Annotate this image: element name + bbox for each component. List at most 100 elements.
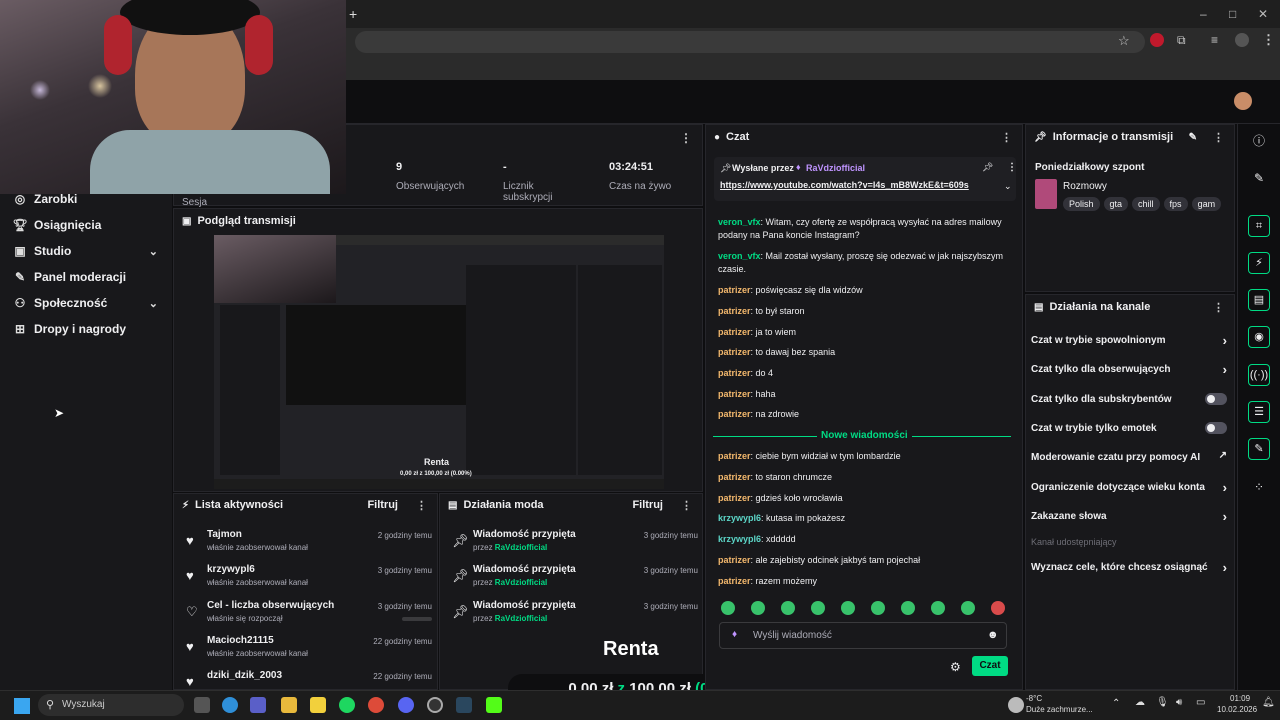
- notifications-bell-icon[interactable]: 🔔︎: [1262, 697, 1275, 708]
- emote-icon[interactable]: [841, 601, 855, 615]
- chat-message[interactable]: patrizer: to staron chrumcze: [718, 471, 1008, 484]
- tag[interactable]: Polish: [1063, 197, 1100, 211]
- mod-action-row[interactable]: 📌︎ Wiadomość przypięta przez RaVdziofficia…: [452, 564, 698, 598]
- chat-message[interactable]: patrizer: ja to wiem: [718, 326, 1008, 339]
- emote-icon[interactable]: [961, 601, 975, 615]
- chat-username[interactable]: patrizer: [718, 576, 751, 586]
- sidebar-item-moderation[interactable]: ✎ Panel moderacji: [0, 264, 172, 290]
- lightning-icon[interactable]: ⚡︎: [1248, 252, 1270, 274]
- chat-username[interactable]: patrizer: [718, 493, 751, 503]
- clip-icon[interactable]: ⌗: [1248, 215, 1270, 237]
- profile-avatar[interactable]: [1235, 33, 1249, 47]
- edit-pencil-icon[interactable]: ✎: [1189, 132, 1197, 143]
- maximize-button[interactable]: □: [1229, 7, 1236, 21]
- address-bar[interactable]: [355, 31, 1145, 53]
- unpin-icon[interactable]: 📌︎: [982, 162, 993, 173]
- tray-chevron-up-icon[interactable]: ⌃: [1112, 698, 1120, 709]
- chat-message[interactable]: patrizer: ale zajebisty odcinek jakbyś t…: [718, 554, 1008, 567]
- more-options-icon[interactable]: ⋮: [1007, 162, 1017, 173]
- preview-video[interactable]: Renta 0,00 zł z 100,00 zł (0.00%): [214, 235, 664, 489]
- activity-row[interactable]: ♥ Macioch21115 właśnie zaobserwował kanał 2…: [186, 635, 432, 669]
- sidebar-item-studio[interactable]: ▣ Studio ⌄: [0, 238, 172, 264]
- chat-username[interactable]: krzywypl6: [718, 534, 761, 544]
- ai-moderation-setting[interactable]: Moderowanie czatu przy pomocy AI ↗: [1031, 450, 1227, 463]
- tag[interactable]: chill: [1132, 197, 1160, 211]
- chat-username[interactable]: patrizer: [718, 347, 751, 357]
- chat-username[interactable]: patrizer: [718, 555, 751, 565]
- file-explorer-icon[interactable]: [281, 697, 297, 713]
- sidebar-item-drops[interactable]: ⊞ Dropy i nagrody: [0, 316, 172, 342]
- close-window-button[interactable]: ✕: [1258, 7, 1268, 21]
- microphone-icon[interactable]: 🎙︎: [1156, 697, 1169, 708]
- banned-words-setting[interactable]: Zakazane słowa ›: [1031, 509, 1227, 524]
- emote-icon[interactable]: [721, 601, 735, 615]
- steam-icon[interactable]: [456, 697, 472, 713]
- chat-username[interactable]: patrizer: [718, 472, 751, 482]
- clock-time[interactable]: 01:09: [1230, 694, 1250, 703]
- chat-message[interactable]: krzywypl6: kutasa im pokażesz: [718, 512, 1008, 525]
- discord-icon[interactable]: [398, 697, 414, 713]
- browser-menu-icon[interactable]: ⋮: [1262, 32, 1275, 48]
- more-options-icon[interactable]: ⋮: [1001, 131, 1012, 144]
- chat-username[interactable]: patrizer: [718, 327, 751, 337]
- chat-message[interactable]: veron_vfx: Witam, czy ofertę ze współpra…: [718, 216, 1008, 242]
- share-icon[interactable]: ⁘: [1248, 476, 1270, 498]
- chat-message[interactable]: patrizer: haha: [718, 388, 1008, 401]
- task-view-icon[interactable]: [194, 697, 210, 713]
- edge-icon[interactable]: [222, 697, 238, 713]
- filter-button[interactable]: Filtruj: [632, 499, 663, 511]
- set-goals-setting[interactable]: Wyznacz cele, które chcesz osiągnąć ›: [1031, 560, 1227, 575]
- activity-row[interactable]: ♡ Cel - liczba obserwujących właśnie się r…: [186, 600, 432, 634]
- more-options-icon[interactable]: ⋮: [416, 499, 427, 512]
- filter-button[interactable]: Filtruj: [367, 499, 398, 511]
- emote-icon[interactable]: [901, 601, 915, 615]
- mod-action-row[interactable]: 📌︎ Wiadomość przypięta przez RaVdziofficia…: [452, 600, 698, 634]
- media-control-icon[interactable]: ≡: [1211, 33, 1218, 47]
- wrench-icon[interactable]: ✎: [1248, 438, 1270, 460]
- minimize-button[interactable]: –: [1200, 7, 1207, 21]
- chat-username[interactable]: veron_vfx: [718, 217, 761, 227]
- emote-icon[interactable]: [751, 601, 765, 615]
- chat-message[interactable]: patrizer: do 4: [718, 367, 1008, 380]
- chat-username[interactable]: patrizer: [718, 451, 751, 461]
- activity-row[interactable]: ♥ dziki_dzik_2003 22 godziny temu: [186, 670, 432, 689]
- tag[interactable]: gam: [1191, 197, 1222, 211]
- speaker-icon[interactable]: 🔊︎: [1176, 697, 1182, 708]
- emote-only-setting[interactable]: Czat w trybie tylko emotek: [1031, 422, 1227, 434]
- chat-message[interactable]: krzywypl6: xddddd: [718, 533, 1008, 546]
- pinned-message[interactable]: 📌︎ Wysłane przez ♦ RaVdziofficial 📌︎ ⋮ h…: [714, 157, 1017, 201]
- chat-username[interactable]: patrizer: [718, 285, 751, 295]
- emote-only-toggle[interactable]: [1205, 422, 1227, 434]
- taskbar-search[interactable]: ⚲ Wyszukaj: [38, 694, 184, 716]
- chat-username[interactable]: krzywypl6: [718, 513, 761, 523]
- info-icon[interactable]: ⓘ: [1248, 130, 1270, 152]
- tag[interactable]: fps: [1163, 197, 1188, 211]
- chat-username[interactable]: patrizer: [718, 368, 751, 378]
- pinned-link[interactable]: https://www.youtube.com/watch?v=I4s_mB8W…: [720, 180, 992, 190]
- onedrive-cloud-icon[interactable]: ☁: [1135, 697, 1145, 708]
- chat-username[interactable]: patrizer: [718, 389, 751, 399]
- extensions-puzzle-icon[interactable]: ⧉: [1177, 33, 1186, 48]
- chat-message[interactable]: patrizer: to dawaj bez spania: [718, 346, 1008, 359]
- kick-icon[interactable]: [486, 697, 502, 713]
- more-options-icon[interactable]: ⋮: [681, 499, 692, 512]
- broadcast-icon[interactable]: ((·)): [1248, 364, 1270, 386]
- sticky-notes-icon[interactable]: [310, 697, 326, 713]
- chat-settings-gear-icon[interactable]: ⚙: [950, 660, 961, 674]
- user-avatar[interactable]: [1234, 92, 1252, 110]
- chevron-down-icon[interactable]: ⌄: [149, 245, 158, 258]
- chat-message[interactable]: patrizer: razem możemy: [718, 575, 1008, 588]
- chat-message[interactable]: veron_vfx: Mail został wysłany, proszę s…: [718, 250, 1008, 276]
- activity-row[interactable]: ♥ Tajmon właśnie zaobserwował kanał 2 godzi…: [186, 529, 432, 563]
- sidebar-item-community[interactable]: ⚇ Społeczność ⌄: [0, 290, 172, 316]
- chat-message[interactable]: patrizer: na zdrowie: [718, 408, 1008, 421]
- chevron-down-icon[interactable]: ⌄: [149, 297, 158, 310]
- windows-start-icon[interactable]: [14, 698, 30, 714]
- more-options-icon[interactable]: ⋮: [680, 131, 692, 145]
- chat-send-button[interactable]: Czat: [972, 656, 1008, 676]
- chat-message[interactable]: patrizer: ciebie bym widział w tym lomba…: [718, 450, 1008, 463]
- sidebar-item-achievements[interactable]: 🏆︎ Osiągnięcia: [0, 212, 172, 238]
- more-options-icon[interactable]: ⋮: [1213, 301, 1224, 314]
- more-options-icon[interactable]: ⋮: [1213, 131, 1224, 144]
- followers-only-setting[interactable]: Czat tylko dla obserwujących ›: [1031, 362, 1227, 377]
